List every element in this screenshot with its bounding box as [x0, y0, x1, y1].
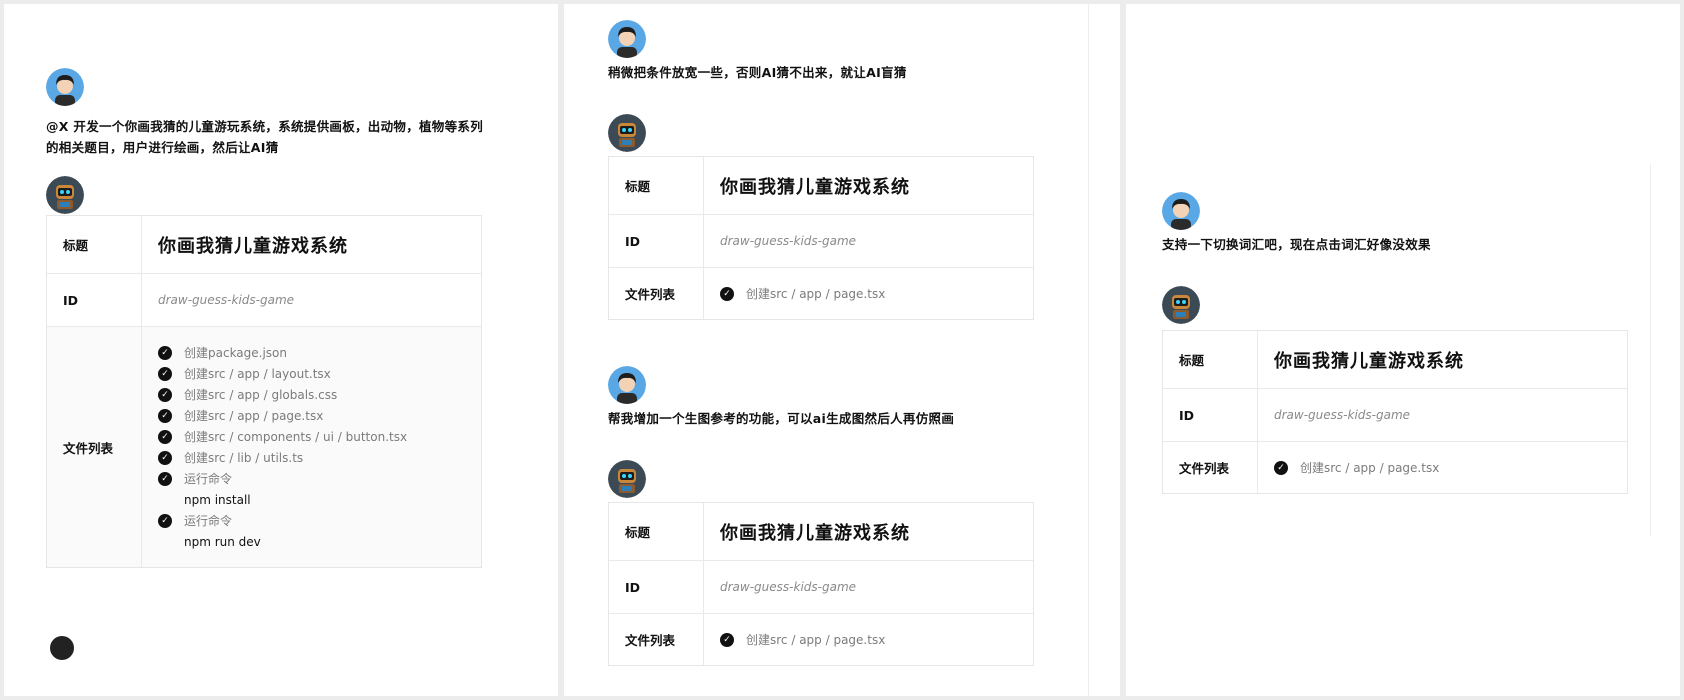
project-title: 你画我猜儿童游戏系统	[720, 176, 910, 198]
file-list: ✓ 创建src / app / page.tsx	[1274, 457, 1439, 478]
project-id: draw-guess-kids-game	[720, 580, 857, 594]
check-circle-icon: ✓	[1274, 460, 1288, 475]
file-item[interactable]: ✓ 创建src / lib / utils.ts	[158, 447, 407, 468]
file-item[interactable]: ✓ 创建src / app / globals.css	[158, 384, 407, 405]
command-text: npm run dev	[184, 534, 261, 549]
user-message-text: 支持一下切换词汇吧，现在点击词汇好像没效果	[1162, 237, 1431, 252]
user-avatar-icon	[1162, 192, 1200, 230]
user-avatar-icon	[608, 20, 646, 58]
chat-panel-3: 支持一下切换词汇吧，现在点击词汇好像没效果 标题 你画我猜儿童游戏系统 ID d…	[1126, 4, 1680, 696]
project-title: 你画我猜儿童游戏系统	[158, 235, 348, 257]
files-label: 文件列表	[609, 614, 704, 665]
robot-avatar-icon	[608, 460, 646, 498]
file-item[interactable]: ✓ 创建src / app / page.tsx	[158, 405, 407, 426]
title-label: 标题	[1163, 331, 1258, 388]
project-card: 标题 你画我猜儿童游戏系统 ID draw-guess-kids-game 文件…	[1162, 330, 1628, 494]
check-circle-icon: ✓	[158, 387, 172, 402]
divider	[1650, 164, 1651, 536]
check-circle-icon: ✓	[158, 366, 172, 381]
robot-avatar-icon	[46, 176, 84, 214]
files-label: 文件列表	[1163, 442, 1258, 493]
user-message-text: 稍微把条件放宽一些，否则AI猜不出来，就让AI盲猜	[608, 65, 907, 80]
file-item[interactable]: ✓ 创建src / app / page.tsx	[720, 283, 885, 304]
project-card: 标题 你画我猜儿童游戏系统 ID draw-guess-kids-game 文件…	[46, 215, 482, 568]
files-label: 文件列表	[47, 327, 142, 567]
user-message-text: @X 开发一个你画我猜的儿童游玩系统，系统提供画板，出动物，植物等系列的相关题目…	[46, 119, 483, 155]
project-id: draw-guess-kids-game	[720, 234, 857, 248]
project-title: 你画我猜儿童游戏系统	[720, 522, 910, 544]
command-item: ✓ 运行命令	[158, 468, 407, 489]
user-avatar-icon	[50, 636, 74, 660]
user-avatar-icon	[46, 68, 84, 106]
id-label: ID	[609, 561, 704, 613]
user-avatar-icon	[608, 366, 646, 404]
file-list: ✓ 创建src / app / page.tsx	[720, 629, 885, 650]
bot-message	[608, 460, 646, 498]
check-circle-icon: ✓	[158, 450, 172, 465]
check-circle-icon: ✓	[158, 471, 172, 486]
file-item[interactable]: ✓ 创建src / app / page.tsx	[1274, 457, 1439, 478]
file-item[interactable]: ✓ 创建src / app / layout.tsx	[158, 363, 407, 384]
robot-avatar-icon	[1162, 286, 1200, 324]
project-title: 你画我猜儿童游戏系统	[1274, 350, 1464, 372]
bot-message	[1162, 286, 1200, 324]
title-row: 标题 你画我猜儿童游戏系统	[47, 216, 481, 273]
id-label: ID	[609, 215, 704, 267]
chat-panel-1: @X 开发一个你画我猜的儿童游玩系统，系统提供画板，出动物，植物等系列的相关题目…	[4, 4, 558, 696]
bot-message	[46, 176, 84, 214]
command-text: npm install	[184, 492, 251, 507]
file-list: ✓ 创建src / app / page.tsx	[720, 283, 885, 304]
project-id: draw-guess-kids-game	[1274, 408, 1411, 422]
user-message: 支持一下切换词汇吧，现在点击词汇好像没效果	[1162, 192, 1602, 255]
file-list: ✓ 创建package.json ✓ 创建src / app / layout.ts…	[158, 342, 407, 552]
project-card: 标题 你画我猜儿童游戏系统 ID draw-guess-kids-game 文件…	[608, 502, 1034, 666]
user-message: @X 开发一个你画我猜的儿童游玩系统，系统提供画板，出动物，植物等系列的相关题目…	[46, 68, 486, 158]
title-label: 标题	[609, 157, 704, 214]
command-item: ✓ 运行命令	[158, 510, 407, 531]
id-label: ID	[1163, 389, 1258, 441]
robot-avatar-icon	[608, 114, 646, 152]
check-circle-icon: ✓	[158, 513, 172, 528]
chat-panel-2: 稍微把条件放宽一些，否则AI猜不出来，就让AI盲猜 标题 你画我猜儿童游戏系统 …	[564, 4, 1120, 696]
files-label: 文件列表	[609, 268, 704, 319]
bot-message	[608, 114, 646, 152]
file-item[interactable]: ✓ 创建src / app / page.tsx	[720, 629, 885, 650]
file-item[interactable]: ✓ 创建package.json	[158, 342, 407, 363]
check-circle-icon: ✓	[158, 408, 172, 423]
files-row: 文件列表 ✓ 创建package.json ✓ 创建src / app / layo…	[47, 326, 481, 567]
file-item[interactable]: ✓ 创建src / components / ui / button.tsx	[158, 426, 407, 447]
divider	[1088, 4, 1089, 696]
id-label: ID	[47, 274, 142, 326]
title-label: 标题	[47, 216, 142, 273]
check-circle-icon: ✓	[720, 632, 734, 647]
check-circle-icon: ✓	[720, 286, 734, 301]
project-card: 标题 你画我猜儿童游戏系统 ID draw-guess-kids-game 文件…	[608, 156, 1034, 320]
id-row: ID draw-guess-kids-game	[47, 273, 481, 326]
title-label: 标题	[609, 503, 704, 560]
check-circle-icon: ✓	[158, 345, 172, 360]
project-id: draw-guess-kids-game	[158, 293, 295, 307]
user-message-text: 帮我增加一个生图参考的功能，可以ai生成图然后人再仿照画	[608, 411, 955, 426]
check-circle-icon: ✓	[158, 429, 172, 444]
user-message: 帮我增加一个生图参考的功能，可以ai生成图然后人再仿照画	[608, 366, 1048, 429]
user-message: 稍微把条件放宽一些，否则AI猜不出来，就让AI盲猜	[608, 20, 1048, 83]
